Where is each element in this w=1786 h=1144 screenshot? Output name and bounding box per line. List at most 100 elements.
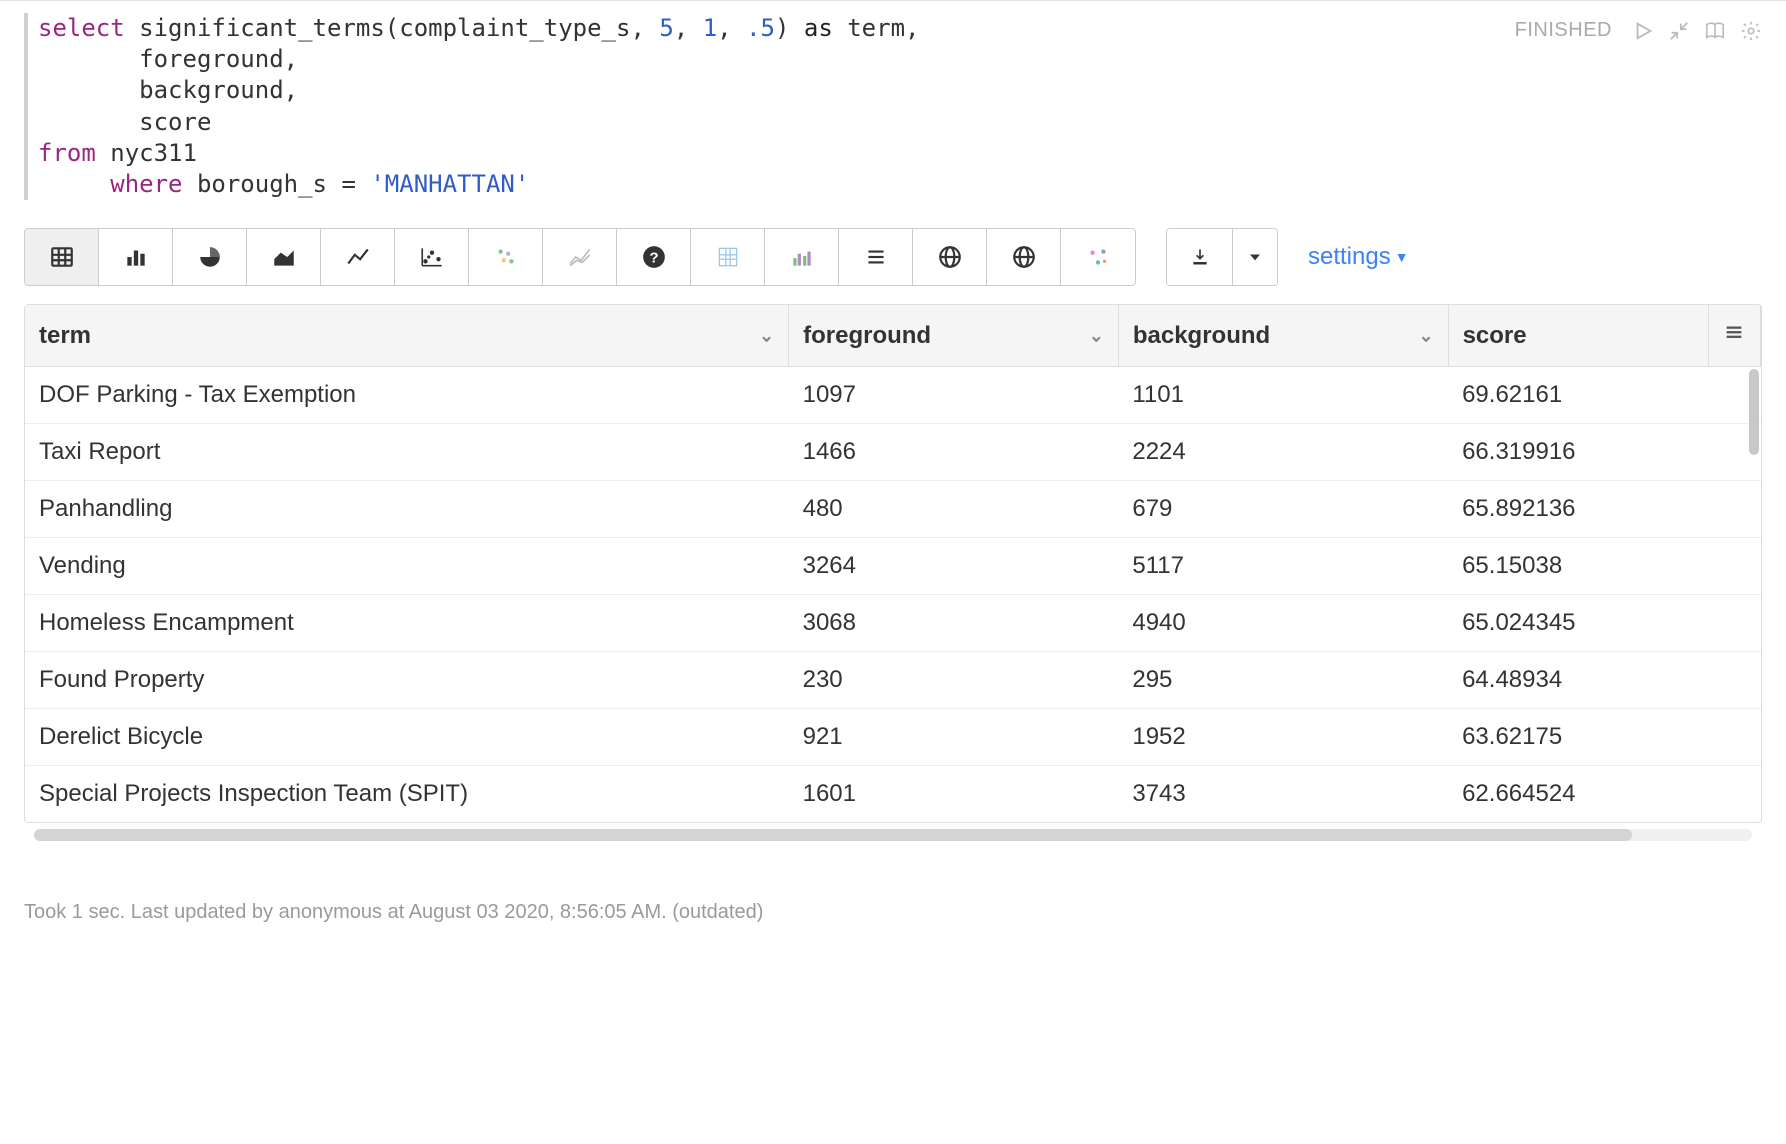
viz-scatter-button[interactable] — [395, 229, 469, 285]
cell-score: 62.664524 — [1448, 766, 1760, 823]
col-label-term: term — [39, 322, 91, 349]
status-badge: FINISHED — [1515, 19, 1612, 42]
viz-trend-button[interactable] — [543, 229, 617, 285]
cell-term: DOF Parking - Tax Exemption — [25, 367, 789, 424]
result-table: term ⌄ foreground ⌄ background ⌄ score — [24, 304, 1762, 823]
cell-score: 69.62161 — [1448, 367, 1760, 424]
table-menu-button[interactable] — [1709, 305, 1761, 367]
cell-term: Taxi Report — [25, 424, 789, 481]
table-row[interactable]: Taxi Report1466222466.319916 — [25, 424, 1761, 481]
keyword-from: from — [38, 139, 96, 167]
viz-stack-button[interactable] — [839, 229, 913, 285]
chevron-down-icon[interactable]: ⌄ — [1089, 325, 1104, 346]
cell-foreground: 921 — [789, 709, 1119, 766]
cell-score: 64.48934 — [1448, 652, 1760, 709]
collapse-icon[interactable] — [1668, 20, 1690, 42]
svg-text:?: ? — [649, 250, 658, 267]
cell-background: 1952 — [1118, 709, 1448, 766]
viz-network-button[interactable] — [1061, 229, 1135, 285]
viz-globe-button[interactable] — [913, 229, 987, 285]
chevron-down-icon: ▼ — [1395, 249, 1409, 265]
viz-globe2-button[interactable] — [987, 229, 1061, 285]
cell-term: Found Property — [25, 652, 789, 709]
cell-term: Panhandling — [25, 481, 789, 538]
cell-foreground: 230 — [789, 652, 1119, 709]
col-header-background[interactable]: background ⌄ — [1118, 305, 1448, 367]
cell-score: 65.15038 — [1448, 538, 1760, 595]
cell-background: 295 — [1118, 652, 1448, 709]
col-header-score[interactable]: score — [1448, 305, 1708, 367]
cell-background: 679 — [1118, 481, 1448, 538]
run-button[interactable] — [1632, 20, 1654, 42]
viz-toolbar-row: ? — [24, 228, 1762, 286]
table-row[interactable]: Panhandling48067965.892136 — [25, 481, 1761, 538]
cell-foreground: 3068 — [789, 595, 1119, 652]
viz-bar-button[interactable] — [99, 229, 173, 285]
chevron-down-icon[interactable]: ⌄ — [759, 325, 774, 346]
horizontal-scrollbar[interactable] — [34, 829, 1752, 841]
cell-term: Vending — [25, 538, 789, 595]
cell-score: 66.319916 — [1448, 424, 1760, 481]
cell-background: 4940 — [1118, 595, 1448, 652]
vertical-scrollbar[interactable] — [1749, 369, 1759, 455]
table-header-row: term ⌄ foreground ⌄ background ⌄ score — [25, 305, 1761, 367]
viz-area-button[interactable] — [247, 229, 321, 285]
cell-score: 65.024345 — [1448, 595, 1760, 652]
col-label-background: background — [1133, 322, 1270, 349]
table-row[interactable]: Homeless Encampment3068494065.024345 — [25, 595, 1761, 652]
cell-foreground: 3264 — [789, 538, 1119, 595]
viz-grid-button[interactable] — [691, 229, 765, 285]
footer-status: Took 1 sec. Last updated by anonymous at… — [24, 901, 1762, 942]
viz-table-button[interactable] — [25, 229, 99, 285]
col-background: background — [139, 76, 284, 104]
viz-help-button[interactable]: ? — [617, 229, 691, 285]
settings-link[interactable]: settings ▼ — [1308, 243, 1409, 271]
cell-background: 1101 — [1118, 367, 1448, 424]
book-icon[interactable] — [1704, 20, 1726, 42]
table-row[interactable]: DOF Parking - Tax Exemption1097110169.62… — [25, 367, 1761, 424]
viz-heatmap-button[interactable] — [469, 229, 543, 285]
sql-code[interactable]: select significant_terms(complaint_type_… — [38, 13, 1515, 200]
download-caret-button[interactable] — [1233, 229, 1277, 285]
keyword-select: select — [38, 14, 125, 42]
col-score: score — [139, 108, 211, 136]
sql-editor[interactable]: select significant_terms(complaint_type_… — [24, 13, 1515, 200]
col-header-term[interactable]: term ⌄ — [25, 305, 789, 367]
arg-num-2: 1 — [703, 14, 717, 42]
arg-column: complaint_type_s — [399, 14, 630, 42]
function-name: significant_terms — [139, 14, 385, 42]
cell-foreground: 1466 — [789, 424, 1119, 481]
eq-op: = — [341, 170, 355, 198]
notebook-cell: select significant_terms(complaint_type_… — [0, 0, 1786, 954]
download-button[interactable] — [1167, 229, 1233, 285]
table-row[interactable]: Derelict Bicycle921195263.62175 — [25, 709, 1761, 766]
cell-foreground: 480 — [789, 481, 1119, 538]
cell-term: Special Projects Inspection Team (SPIT) — [25, 766, 789, 823]
keyword-as: as — [804, 14, 833, 42]
viz-pie-button[interactable] — [173, 229, 247, 285]
table-row[interactable]: Special Projects Inspection Team (SPIT)1… — [25, 766, 1761, 823]
col-label-score: score — [1463, 322, 1527, 349]
chevron-down-icon[interactable]: ⌄ — [1418, 325, 1433, 346]
horizontal-scrollbar-thumb[interactable] — [34, 829, 1632, 841]
where-column: borough_s — [197, 170, 327, 198]
table-row[interactable]: Vending3264511765.15038 — [25, 538, 1761, 595]
cell-foreground: 1601 — [789, 766, 1119, 823]
viz-line-button[interactable] — [321, 229, 395, 285]
cell-term: Homeless Encampment — [25, 595, 789, 652]
arg-num-1: 5 — [659, 14, 673, 42]
col-foreground: foreground — [139, 45, 284, 73]
cell-foreground: 1097 — [789, 367, 1119, 424]
cell-background: 5117 — [1118, 538, 1448, 595]
viz-multibar-button[interactable] — [765, 229, 839, 285]
settings-label: settings — [1308, 243, 1391, 271]
col-label-foreground: foreground — [803, 322, 931, 349]
cell-actions: FINISHED — [1515, 13, 1762, 42]
alias: term — [847, 14, 905, 42]
cell-score: 65.892136 — [1448, 481, 1760, 538]
gear-icon[interactable] — [1740, 20, 1762, 42]
table-row[interactable]: Found Property23029564.48934 — [25, 652, 1761, 709]
where-value: 'MANHATTAN' — [370, 170, 529, 198]
col-header-foreground[interactable]: foreground ⌄ — [789, 305, 1119, 367]
keyword-where: where — [110, 170, 182, 198]
